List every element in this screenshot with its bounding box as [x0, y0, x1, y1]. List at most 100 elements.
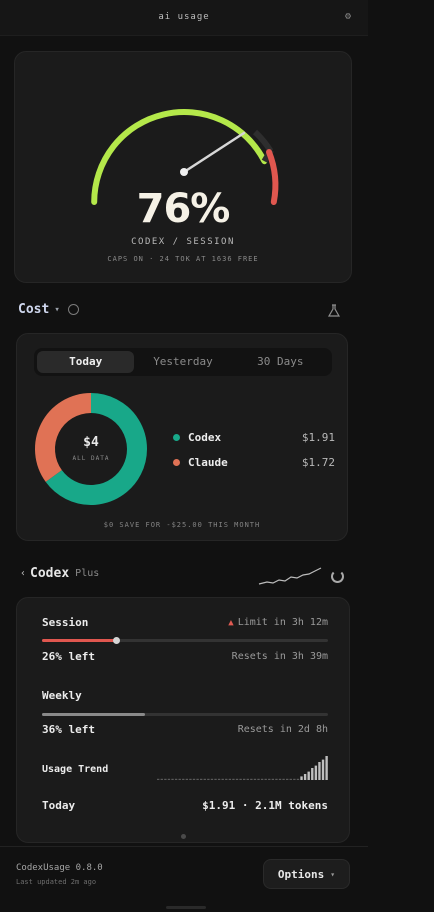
- codex-usage-card: Session ▲ Limit in 3h 12m 26% left Resets…: [16, 597, 350, 843]
- tab-today[interactable]: Today: [37, 351, 135, 373]
- trend-bar: [221, 778, 224, 780]
- cost-footer-note: $0 SAVE FOR -$25.00 THIS MONTH: [103, 521, 261, 529]
- trend-bar: [225, 778, 228, 780]
- options-button[interactable]: Options ▾: [263, 859, 350, 889]
- chevron-down-icon: ▾: [54, 304, 60, 315]
- trend-bar: [311, 768, 314, 780]
- usage-sparkline: [258, 567, 322, 585]
- flask-icon[interactable]: [327, 304, 341, 318]
- weekly-detail-row: 36% left Resets in 2d 8h: [42, 723, 328, 736]
- trend-bar: [300, 776, 303, 780]
- trend-bar: [178, 778, 181, 780]
- trend-bar: [239, 778, 242, 780]
- trend-bar: [318, 762, 321, 780]
- trend-bar: [246, 778, 249, 780]
- tab-30-days[interactable]: 30 Days: [232, 351, 329, 373]
- legend-dot: [173, 458, 180, 466]
- trend-bar: [157, 778, 160, 780]
- options-label: Options: [277, 867, 325, 881]
- title-bar: ai usage ⚙: [0, 0, 368, 36]
- tab-yesterday[interactable]: Yesterday: [134, 351, 231, 373]
- codex-label: Codex: [30, 566, 70, 581]
- trend-bar: [321, 759, 325, 780]
- trend-bar: [286, 778, 289, 780]
- trend-bar: [185, 778, 189, 780]
- trend-bar: [192, 778, 196, 780]
- donut-center-subtext: ALL DATA: [72, 455, 110, 462]
- chevron-down-icon: ▾: [330, 869, 336, 879]
- session-left-text: 26% left: [42, 650, 95, 663]
- trend-bar: [325, 756, 328, 780]
- weekly-header-row: Weekly: [42, 689, 328, 702]
- legend-amount: $1.72: [301, 455, 335, 469]
- today-value: $1.91 · 2.1M tokens: [202, 799, 328, 812]
- trend-bar: [217, 778, 221, 780]
- gauge-hub: [180, 168, 188, 176]
- trend-bar: [289, 778, 292, 780]
- trend-bar: [203, 778, 206, 780]
- usage-trend-chart: [157, 756, 328, 780]
- trend-bar: [171, 778, 174, 780]
- donut-center-value: $4: [83, 435, 99, 450]
- usage-gauge: [91, 109, 279, 205]
- weekly-resets-text: Resets in 2d 8h: [237, 724, 328, 735]
- trend-bar: [268, 778, 271, 780]
- session-header-row: Session ▲ Limit in 3h 12m: [42, 616, 328, 629]
- trend-bar: [257, 778, 260, 780]
- trend-bar: [314, 765, 318, 780]
- session-detail-row: 26% left Resets in 3h 39m: [42, 650, 328, 663]
- trend-bar: [278, 778, 282, 780]
- trend-bar: [303, 774, 307, 780]
- gauge-value: 76%: [136, 186, 231, 232]
- info-icon[interactable]: [67, 304, 79, 315]
- legend-item-codex: Codex $1.91: [173, 430, 335, 444]
- trend-bar: [282, 778, 285, 780]
- trend-bar: [189, 778, 192, 780]
- session-progress-fill: [42, 639, 117, 642]
- trend-bar: [250, 778, 253, 780]
- scroll-indicator: [181, 834, 186, 839]
- trend-bar: [228, 778, 232, 780]
- trend-bar: [307, 771, 310, 780]
- trend-bar: [296, 778, 300, 780]
- trend-bar: [271, 778, 275, 780]
- trend-bar: [174, 778, 178, 780]
- app-version: CodexUsage 0.8.0: [16, 863, 103, 873]
- cost-label: Cost: [18, 302, 50, 317]
- legend-name: Claude: [188, 455, 228, 469]
- usage-trend-label: Usage Trend: [42, 764, 109, 775]
- refresh-icon[interactable]: [331, 570, 344, 583]
- trend-bar: [260, 778, 264, 780]
- weekly-left-text: 36% left: [42, 723, 95, 736]
- legend-amount: $1.91: [301, 430, 335, 444]
- weekly-progress-fill: [42, 713, 145, 716]
- window-title: ai usage: [158, 12, 210, 22]
- trend-bar: [232, 778, 235, 780]
- cost-card: Today Yesterday 30 Days $4 ALL DATA Code…: [16, 333, 348, 541]
- cost-section-header[interactable]: Cost ▾: [18, 302, 79, 317]
- trend-bar: [214, 778, 217, 780]
- gauge-label: CODEX / SESSION: [131, 237, 235, 247]
- trend-bar: [182, 778, 185, 780]
- session-progress-knob: [113, 637, 121, 644]
- gauge-needle: [182, 131, 246, 174]
- last-updated-text: Last updated 2m ago: [16, 878, 97, 886]
- trend-bar: [164, 778, 167, 780]
- trend-bar: [235, 778, 239, 780]
- trend-bar: [207, 778, 210, 780]
- usage-gauge-card: 76% CODEX / SESSION CAPS ON · 24 TOK AT …: [14, 51, 352, 283]
- resize-handle[interactable]: [166, 906, 206, 909]
- cost-period-tabs: Today Yesterday 30 Days: [34, 348, 332, 376]
- gear-icon[interactable]: ⚙: [342, 11, 354, 23]
- today-row: Today $1.91 · 2.1M tokens: [42, 799, 328, 812]
- trend-bar: [200, 778, 203, 780]
- warning-icon: ▲: [228, 618, 234, 628]
- gauge-subtext: CAPS ON · 24 TOK AT 1636 FREE: [107, 255, 259, 263]
- trend-bar: [243, 778, 246, 780]
- trend-bar: [293, 778, 296, 780]
- plan-badge: Plus: [75, 568, 100, 579]
- codex-section-header[interactable]: ‹ Codex Plus: [20, 566, 99, 581]
- codex-logo-icon: ‹: [20, 568, 27, 579]
- trend-bar: [264, 778, 267, 780]
- session-limit-text: ▲ Limit in 3h 12m: [228, 617, 328, 628]
